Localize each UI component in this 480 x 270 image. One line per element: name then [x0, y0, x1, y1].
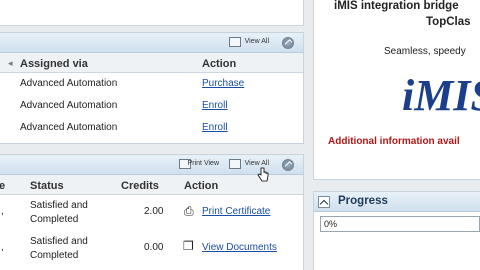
table-row: , Satisfied and Completed 0.00 ❐ View Do…: [0, 231, 303, 267]
view-documents-link[interactable]: View Documents: [202, 242, 277, 253]
enroll-link[interactable]: Enroll: [202, 122, 228, 133]
col-action: Action: [184, 180, 219, 192]
assignments-panel-header: View All: [0, 33, 303, 53]
table-row: Advanced Automation Enroll: [0, 95, 303, 117]
credits-cell: 0.00: [144, 242, 164, 253]
hand-cursor-icon: [257, 167, 269, 182]
collapse-icon[interactable]: [282, 37, 294, 49]
view-all-icon[interactable]: [229, 37, 241, 47]
additional-info-link[interactable]: Additional information avail: [328, 136, 460, 147]
promo-banner: iMIS integration bridge TopClas Seamless…: [313, 0, 480, 180]
promo-headline: iMIS integration bridge: [334, 0, 459, 12]
table-row: Advanced Automation Purchase: [0, 73, 303, 95]
history-view-all-link[interactable]: View All: [245, 160, 269, 167]
assigned-via-cell: Advanced Automation: [20, 100, 118, 111]
collapse-toggle-icon[interactable]: [318, 196, 330, 208]
assigned-via-cell: Advanced Automation: [20, 78, 118, 89]
col-credits: Credits: [121, 180, 159, 192]
collapse-icon[interactable]: [282, 159, 294, 171]
sort-arrow-icon: ◂: [8, 58, 13, 68]
progress-panel: Progress 0%: [313, 191, 480, 270]
previous-panel-bottom: [0, 0, 304, 26]
progress-label: 0%: [324, 219, 338, 229]
status-cell: Satisfied and Completed: [30, 236, 88, 261]
promo-headline-2: TopClas: [426, 16, 471, 28]
assignments-view-all-link[interactable]: View All: [245, 38, 269, 45]
credits-cell: 2.00: [144, 206, 164, 217]
print-view-link[interactable]: Print View: [188, 160, 219, 167]
print-certificate-link[interactable]: Print Certificate: [202, 206, 270, 217]
printer-icon[interactable]: ⎙: [184, 204, 194, 219]
assignments-panel: View All ◂ Assigned via Action Advanced …: [0, 32, 304, 144]
table-row: Advanced Automation Enroll: [0, 117, 303, 139]
col-action: Action: [202, 58, 237, 70]
progress-title: Progress: [338, 195, 388, 207]
col-assigned-via: Assigned via: [20, 58, 88, 70]
view-all-icon[interactable]: [229, 159, 241, 169]
col-date-partial: e: [0, 180, 6, 192]
col-status: Status: [30, 180, 64, 192]
assignments-table-header: ◂ Assigned via Action: [0, 53, 303, 73]
row-marker: ,: [1, 206, 4, 217]
enroll-link[interactable]: Enroll: [202, 100, 228, 111]
table-row: , Satisfied and Completed 2.00 ⎙ Print C…: [0, 195, 303, 231]
status-cell: Satisfied and Completed: [30, 200, 88, 225]
purchase-link[interactable]: Purchase: [202, 78, 244, 89]
assigned-via-cell: Advanced Automation: [20, 122, 118, 133]
progress-header: Progress: [314, 192, 480, 212]
promo-tagline: Seamless, speedy: [384, 46, 466, 57]
documents-icon[interactable]: ❐: [183, 239, 194, 253]
row-marker: ,: [1, 242, 4, 253]
progress-bar: 0%: [320, 216, 480, 232]
imis-logo: iMIS: [402, 71, 480, 120]
